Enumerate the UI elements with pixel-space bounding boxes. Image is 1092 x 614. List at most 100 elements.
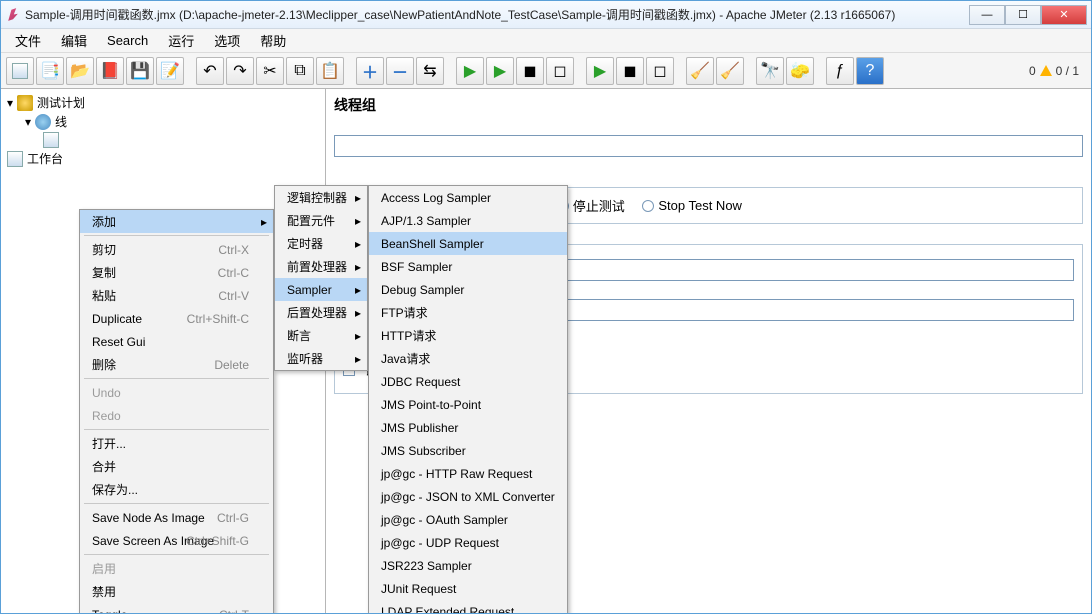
menu-file[interactable]: 文件 bbox=[5, 29, 51, 52]
ctx-add-item[interactable]: 监听器▸ bbox=[275, 347, 367, 370]
ctx-main-item[interactable]: 删除Delete bbox=[80, 353, 273, 376]
tree-workbench[interactable]: 工作台 bbox=[5, 149, 321, 168]
reset-search-button[interactable]: 🧽 bbox=[786, 57, 814, 85]
close-file-button[interactable]: 📕 bbox=[96, 57, 124, 85]
name-input[interactable] bbox=[334, 135, 1083, 157]
ctx-main-item[interactable]: Save Screen As ImageCtrl+Shift-G bbox=[80, 529, 273, 552]
ctx-main-item[interactable]: ToggleCtrl-T bbox=[80, 603, 273, 613]
ctx-sampler-item[interactable]: BSF Sampler bbox=[369, 255, 567, 278]
ctx-main-item[interactable]: 打开... bbox=[80, 432, 273, 455]
function-helper-button[interactable]: ƒ bbox=[826, 57, 854, 85]
ctx-sampler-item[interactable]: HTTP请求 bbox=[369, 324, 567, 347]
start-button[interactable]: ▶ bbox=[456, 57, 484, 85]
clear-all-button[interactable]: 🧹 bbox=[716, 57, 744, 85]
ctx-sampler-item[interactable]: JDBC Request bbox=[369, 370, 567, 393]
thread-ratio: 0 / 1 bbox=[1056, 64, 1079, 78]
menu-item-label: BSF Sampler bbox=[381, 260, 452, 274]
stop-button[interactable]: ◼ bbox=[516, 57, 544, 85]
close-button[interactable]: ✕ bbox=[1041, 5, 1087, 25]
ctx-sampler-item[interactable]: LDAP Extended Request bbox=[369, 600, 567, 613]
ctx-sampler-item[interactable]: FTP请求 bbox=[369, 301, 567, 324]
ctx-sampler-item[interactable]: jp@gc - OAuth Sampler bbox=[369, 508, 567, 531]
tree-root[interactable]: ▾ 测试计划 bbox=[5, 93, 321, 112]
menu-item-label: LDAP Extended Request bbox=[381, 605, 514, 614]
menu-item-label: BeanShell Sampler bbox=[381, 237, 484, 251]
save-button[interactable]: 💾 bbox=[126, 57, 154, 85]
ctx-sampler-item[interactable]: JMS Point-to-Point bbox=[369, 393, 567, 416]
clear-button[interactable]: 🧹 bbox=[686, 57, 714, 85]
undo-button[interactable]: ↶ bbox=[196, 57, 224, 85]
ctx-add-item[interactable]: 断言▸ bbox=[275, 324, 367, 347]
ctx-main-item[interactable]: 剪切Ctrl-X bbox=[80, 238, 273, 261]
sampler-submenu[interactable]: Access Log SamplerAJP/1.3 Sampler BeanShe… bbox=[368, 185, 568, 613]
tree-thread-group[interactable]: ▾ 线 bbox=[23, 112, 321, 131]
menu-search[interactable]: Search bbox=[97, 31, 158, 50]
ctx-main-item[interactable]: Save Node As ImageCtrl-G bbox=[80, 506, 273, 529]
toggle-button[interactable]: ⇆ bbox=[416, 57, 444, 85]
ctx-main-item[interactable]: 添加▸ bbox=[80, 210, 273, 233]
copy-button[interactable]: ⧉ bbox=[286, 57, 314, 85]
menu-item-label: Toggle bbox=[92, 608, 127, 614]
ctx-sampler-item[interactable]: JMS Publisher bbox=[369, 416, 567, 439]
ctx-sampler-item[interactable]: jp@gc - UDP Request bbox=[369, 531, 567, 554]
ctx-sampler-item[interactable]: JMS Subscriber bbox=[369, 439, 567, 462]
cut-button[interactable]: ✂ bbox=[256, 57, 284, 85]
ctx-sampler-item[interactable]: JUnit Request bbox=[369, 577, 567, 600]
ctx-main-item[interactable]: 禁用 bbox=[80, 580, 273, 603]
ctx-sampler-item[interactable]: jp@gc - JSON to XML Converter bbox=[369, 485, 567, 508]
save-as-button[interactable]: 📝 bbox=[156, 57, 184, 85]
ctx-add-item[interactable]: 前置处理器▸ bbox=[275, 255, 367, 278]
tree-item-inner[interactable] bbox=[41, 131, 321, 149]
start-no-timers-button[interactable]: ▶ bbox=[486, 57, 514, 85]
ctx-sampler-item[interactable]: Debug Sampler bbox=[369, 278, 567, 301]
ctx-main-item[interactable]: Reset Gui bbox=[80, 330, 273, 353]
remote-start-button[interactable]: ▶ bbox=[586, 57, 614, 85]
redo-button[interactable]: ↷ bbox=[226, 57, 254, 85]
collapse-button[interactable]: － bbox=[386, 57, 414, 85]
context-menu[interactable]: 添加▸ 剪切Ctrl-X复制Ctrl-C粘贴Ctrl-VDuplicateCtrl… bbox=[79, 209, 274, 613]
remote-shutdown-button[interactable]: ◻ bbox=[646, 57, 674, 85]
ctx-main-separator bbox=[84, 554, 269, 555]
maximize-button[interactable]: ☐ bbox=[1005, 5, 1041, 25]
app-window: Sample-调用时间戳函数.jmx (D:\apache-jmeter-2.1… bbox=[0, 0, 1092, 614]
menu-options[interactable]: 选项 bbox=[204, 29, 250, 52]
menu-edit[interactable]: 编辑 bbox=[51, 29, 97, 52]
menu-run[interactable]: 运行 bbox=[158, 29, 204, 52]
menu-help[interactable]: 帮助 bbox=[250, 29, 296, 52]
search-button[interactable]: 🔭 bbox=[756, 57, 784, 85]
remote-stop-button[interactable]: ◼ bbox=[616, 57, 644, 85]
expand-button[interactable]: ＋ bbox=[356, 57, 384, 85]
minimize-button[interactable]: — bbox=[969, 5, 1005, 25]
ctx-main-item[interactable]: 合并 bbox=[80, 455, 273, 478]
ctx-main-item[interactable]: 粘贴Ctrl-V bbox=[80, 284, 273, 307]
opt-stop-test-now[interactable]: Stop Test Now bbox=[642, 198, 742, 213]
shutdown-button[interactable]: ◻ bbox=[546, 57, 574, 85]
menu-item-shortcut: Ctrl-G bbox=[217, 511, 249, 525]
ctx-main-item[interactable]: DuplicateCtrl+Shift-C bbox=[80, 307, 273, 330]
ctx-sampler-item[interactable]: AJP/1.3 Sampler bbox=[369, 209, 567, 232]
menu-item-label: JMS Point-to-Point bbox=[381, 398, 481, 412]
toolbar: 📑 📂 📕 💾 📝 ↶ ↷ ✂ ⧉ 📋 ＋ － ⇆ ▶ ▶ ◼ ◻ ▶ ◼ ◻ … bbox=[1, 53, 1091, 89]
ctx-sampler-item[interactable]: JSR223 Sampler bbox=[369, 554, 567, 577]
ctx-add-item[interactable]: 定时器▸ bbox=[275, 232, 367, 255]
ctx-sampler-item[interactable]: Access Log Sampler bbox=[369, 186, 567, 209]
help-button[interactable]: ? bbox=[856, 57, 884, 85]
ctx-add-item[interactable]: 逻辑控制器▸ bbox=[275, 186, 367, 209]
panel-heading: 线程组 bbox=[334, 95, 1083, 115]
paste-button[interactable]: 📋 bbox=[316, 57, 344, 85]
ctx-main-item[interactable]: 保存为... bbox=[80, 478, 273, 501]
file-icon bbox=[12, 63, 28, 79]
ctx-main-item[interactable]: 复制Ctrl-C bbox=[80, 261, 273, 284]
ctx-sampler-item[interactable]: BeanShell Sampler bbox=[369, 232, 567, 255]
submenu-arrow-icon: ▸ bbox=[355, 214, 361, 228]
ctx-add-item[interactable]: 后置处理器▸ bbox=[275, 301, 367, 324]
ctx-sampler-item[interactable]: Java请求 bbox=[369, 347, 567, 370]
new-button[interactable] bbox=[6, 57, 34, 85]
templates-button[interactable]: 📑 bbox=[36, 57, 64, 85]
ctx-sampler-item[interactable]: jp@gc - HTTP Raw Request bbox=[369, 462, 567, 485]
submenu-arrow-icon: ▸ bbox=[355, 260, 361, 274]
add-submenu[interactable]: 逻辑控制器▸配置元件▸定时器▸前置处理器▸Sampler▸后置处理器▸断言▸监听… bbox=[274, 185, 368, 371]
open-button[interactable]: 📂 bbox=[66, 57, 94, 85]
ctx-add-item[interactable]: Sampler▸ bbox=[275, 278, 367, 301]
ctx-add-item[interactable]: 配置元件▸ bbox=[275, 209, 367, 232]
